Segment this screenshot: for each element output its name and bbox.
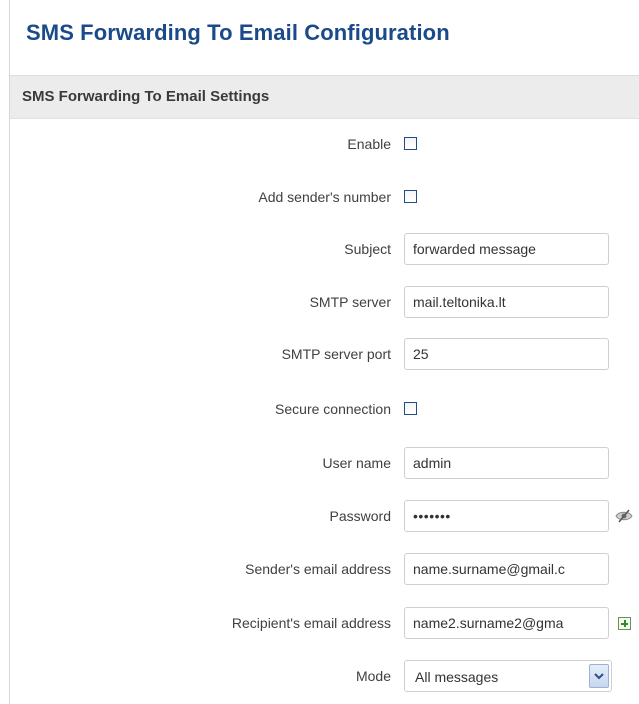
user-name-label: User name bbox=[322, 455, 391, 471]
smtp-port-input[interactable]: 25 bbox=[404, 338, 609, 370]
mode-row: Mode All messages bbox=[0, 659, 639, 695]
subject-row: Subject forwarded message bbox=[0, 232, 639, 268]
enable-checkbox[interactable] bbox=[404, 137, 417, 150]
recipient-email-label: Recipient's email address bbox=[231, 615, 391, 631]
recipient-email-input[interactable]: name2.surname2@gma bbox=[404, 607, 609, 639]
sender-email-label: Sender's email address bbox=[245, 561, 391, 577]
user-name-input[interactable]: admin bbox=[404, 447, 609, 479]
smtp-port-label: SMTP server port bbox=[281, 346, 391, 362]
page-title: SMS Forwarding To Email Configuration bbox=[26, 20, 450, 45]
plus-icon[interactable] bbox=[618, 617, 631, 630]
password-input[interactable]: ••••••• bbox=[404, 500, 609, 532]
enable-row: Enable bbox=[0, 127, 639, 163]
mode-label: Mode bbox=[355, 668, 391, 684]
sender-email-input[interactable]: name.surname@gmail.c bbox=[404, 553, 609, 585]
password-label: Password bbox=[329, 508, 391, 524]
mode-select-value: All messages bbox=[415, 669, 499, 685]
secure-connection-row: Secure connection bbox=[0, 392, 639, 428]
user-name-row: User name admin bbox=[0, 446, 639, 482]
add-sender-number-checkbox[interactable] bbox=[404, 190, 417, 203]
password-row: Password ••••••• bbox=[0, 499, 639, 535]
subject-label: Subject bbox=[344, 241, 391, 257]
smtp-server-input[interactable]: mail.teltonika.lt bbox=[404, 286, 609, 318]
recipient-email-row: Recipient's email address name2.surname2… bbox=[0, 606, 639, 642]
add-sender-number-row: Add sender's number bbox=[0, 180, 639, 216]
section-title: SMS Forwarding To Email Settings bbox=[22, 88, 270, 105]
smtp-port-row: SMTP server port 25 bbox=[0, 337, 639, 373]
secure-connection-checkbox[interactable] bbox=[404, 402, 417, 415]
add-sender-number-label: Add sender's number bbox=[258, 189, 391, 205]
eye-slash-icon[interactable] bbox=[615, 508, 633, 524]
mode-select[interactable]: All messages bbox=[404, 660, 612, 692]
subject-input[interactable]: forwarded message bbox=[404, 233, 609, 265]
section-header: SMS Forwarding To Email Settings bbox=[10, 75, 639, 119]
smtp-server-label: SMTP server bbox=[309, 294, 391, 310]
secure-connection-label: Secure connection bbox=[275, 401, 391, 417]
enable-label: Enable bbox=[347, 136, 391, 152]
chevron-down-icon[interactable] bbox=[589, 664, 609, 688]
sender-email-row: Sender's email address name.surname@gmai… bbox=[0, 552, 639, 588]
smtp-server-row: SMTP server mail.teltonika.lt bbox=[0, 285, 639, 321]
